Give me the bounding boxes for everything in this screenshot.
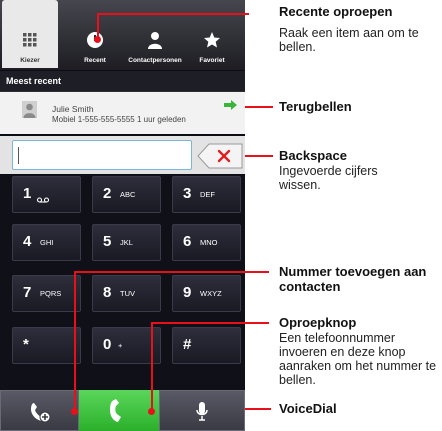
key-digit: 9 [183, 284, 192, 301]
key-letters: MNO [200, 238, 218, 247]
microphone-icon [160, 400, 244, 424]
tab-bar: Kiezer Recent Contactpersonen Favoriet [0, 0, 245, 70]
key-digit: 3 [183, 185, 192, 202]
callout-line-callback [245, 106, 273, 108]
callout-recent-desc: Raak een item aan om te bellen. [279, 26, 419, 54]
callout-line-call [151, 322, 269, 324]
callout-line-voice [245, 408, 271, 410]
key-letters: ABC [120, 190, 136, 199]
key-letters: DEF [200, 190, 215, 199]
key-digit: # [183, 336, 192, 353]
key-digit: 5 [103, 233, 112, 250]
avatar [22, 101, 37, 118]
backspace-button[interactable] [197, 143, 243, 169]
callout-line-add [74, 271, 76, 412]
tab-label: Kiezer [20, 57, 40, 64]
key-letters: TUV [120, 289, 135, 298]
callout-backspace-title: Backspace [279, 148, 347, 163]
contact-name: Julie Smith [52, 104, 94, 114]
key-9[interactable]: 9 WXYZ [172, 275, 241, 312]
tab-dialer[interactable]: Kiezer [2, 0, 58, 68]
dial-keypad: 1 2 ABC 3 DEF 4 GHI 5 JKL 6 MNO 7 PQRS 8… [0, 175, 245, 390]
key-letters: WXYZ [200, 289, 222, 298]
key-2[interactable]: 2 ABC [92, 176, 161, 213]
callout-voice-title: VoiceDial [279, 401, 337, 416]
key-8[interactable]: 8 TUV [92, 275, 161, 312]
keypad-grid-icon [2, 30, 58, 50]
callout-line-recent [97, 13, 249, 15]
key-digit: 8 [103, 284, 112, 301]
redial-arrow-icon[interactable] [224, 97, 238, 115]
key-digit: 7 [23, 284, 32, 301]
key-letters: GHI [40, 238, 54, 247]
call-button[interactable] [79, 390, 159, 431]
tab-label: Favoriet [199, 57, 225, 64]
callout-dot-call [148, 408, 155, 415]
recent-call-item[interactable]: Julie Smith Mobiel 1-555-555-5555 1 uur … [0, 92, 245, 134]
call-detail: Mobiel 1-555-555-5555 1 uur geleden [52, 115, 186, 124]
callout-line-call [151, 322, 153, 412]
star-icon [188, 30, 236, 50]
phone-dialer-screen: Kiezer Recent Contactpersonen Favoriet M… [0, 0, 245, 431]
tab-label: Contactpersonen [128, 57, 182, 64]
tab-contacts[interactable]: Contactpersonen [125, 0, 185, 68]
key-digit: 4 [23, 233, 32, 250]
key-digit: 0 [103, 336, 112, 353]
key-7[interactable]: 7 PQRS [12, 275, 81, 312]
key-star[interactable]: * [12, 327, 81, 364]
key-letters: + [118, 341, 123, 350]
key-letters: PQRS [40, 289, 62, 298]
key-digit: 6 [183, 233, 192, 250]
add-contact-icon [1, 400, 78, 424]
callout-call-title: Oproepknop [279, 315, 357, 330]
key-digit: 2 [103, 185, 112, 202]
key-1[interactable]: 1 [12, 176, 81, 213]
key-6[interactable]: 6 MNO [172, 224, 241, 261]
add-to-contacts-button[interactable] [0, 390, 79, 431]
tab-recent[interactable]: Recent [70, 0, 120, 68]
voicemail-icon [36, 190, 50, 208]
callout-line-recent [97, 13, 99, 39]
key-3[interactable]: 3 DEF [172, 176, 241, 213]
text-cursor [18, 147, 19, 164]
recent-section-header: Meest recent [0, 71, 245, 92]
key-hash[interactable]: # [172, 327, 241, 364]
key-digit: * [23, 336, 29, 353]
callout-line-backspace [245, 155, 273, 157]
phone-handset-icon [79, 399, 159, 423]
callout-add-title: Nummer toevoegen aan contacten [279, 264, 427, 294]
phone-number-input[interactable] [12, 140, 192, 170]
key-digit: 1 [23, 185, 32, 202]
person-icon [125, 30, 185, 50]
key-4[interactable]: 4 GHI [12, 224, 81, 261]
key-letters: JKL [120, 238, 133, 247]
recent-section-title: Meest recent [6, 76, 62, 86]
callout-recent-title: Recente oproepen [279, 4, 393, 19]
callout-dot-add [71, 408, 78, 415]
tab-favorites[interactable]: Favoriet [188, 0, 236, 68]
callout-callback-title: Terugbellen [279, 99, 352, 114]
callout-call-desc: Een telefoonnummer invoeren en deze knop… [279, 331, 437, 387]
callout-backspace-desc: Ingevoerde cijfers wissen. [279, 164, 378, 192]
key-5[interactable]: 5 JKL [92, 224, 161, 261]
voice-dial-button[interactable] [159, 390, 245, 431]
tab-label: Recent [84, 57, 106, 64]
callout-line-add [74, 271, 269, 273]
